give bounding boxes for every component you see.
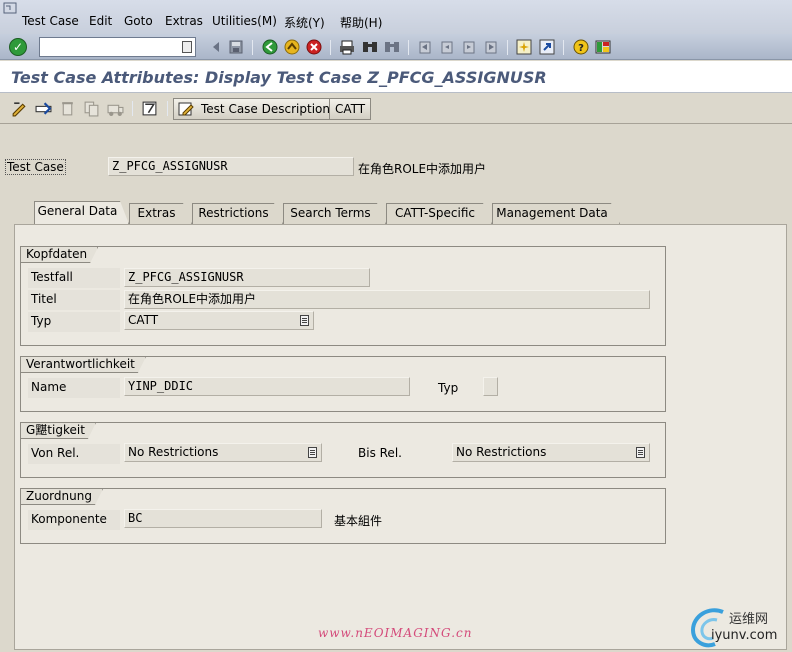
von-rel-value: No Restrictions	[128, 445, 219, 459]
delete-icon[interactable]	[59, 100, 76, 117]
transport-icon[interactable]	[107, 100, 124, 117]
typ-label: Typ	[31, 314, 52, 328]
title-bar: Test Case Attributes: Display Test Case …	[0, 61, 792, 93]
tab-restrictions[interactable]: Restrictions	[192, 203, 283, 224]
tab-search-terms[interactable]: Search Terms	[283, 203, 386, 224]
next-page-icon[interactable]	[461, 39, 477, 55]
testfall-label: Testfall	[31, 270, 73, 284]
find-next-icon[interactable]	[384, 39, 400, 55]
menu-bar: Test Case Edit Goto Extras Utilities(M) …	[0, 0, 792, 34]
application-toolbar: Test Case Description CATT	[0, 94, 792, 124]
shortcut-icon[interactable]	[539, 39, 555, 55]
verantwortlich-typ-field[interactable]	[483, 377, 498, 396]
bis-rel-select[interactable]: No Restrictions	[452, 443, 650, 462]
layout-icon[interactable]	[595, 39, 611, 55]
last-page-icon[interactable]	[483, 39, 499, 55]
bis-rel-value: No Restrictions	[456, 445, 547, 459]
logo-text-domain: iyunv.com	[711, 628, 778, 643]
menu-utilities[interactable]: Utilities(M)	[212, 14, 277, 28]
typ-select[interactable]: CATT	[124, 311, 314, 330]
find-icon[interactable]	[362, 39, 378, 55]
komponente-description: 基本組件	[334, 514, 383, 528]
bis-rel-label: Bis Rel.	[358, 446, 402, 460]
dropdown-list-icon[interactable]	[300, 315, 309, 326]
enter-icon[interactable]: ✓	[9, 38, 27, 56]
create-session-icon[interactable]	[516, 39, 532, 55]
help-icon[interactable]: ?	[573, 39, 589, 55]
group-title-zuordnung: Zuordnung	[21, 489, 103, 505]
group-title-verantwortlichkeit: Verantwortlichkeit	[21, 357, 146, 373]
menu-help[interactable]: 帮助(H)	[340, 14, 382, 31]
first-page-icon[interactable]	[417, 39, 433, 55]
tab-catt-specific[interactable]: CATT-Specific	[386, 203, 492, 224]
print-icon[interactable]	[339, 39, 355, 55]
komponente-field[interactable]: BC	[124, 509, 322, 528]
site-logo: 运维网 iyunv.com	[687, 604, 787, 650]
typ-select-value: CATT	[128, 313, 159, 327]
catt-button-label: CATT	[335, 102, 366, 116]
command-history-icon[interactable]	[182, 41, 192, 53]
command-input[interactable]	[40, 38, 178, 56]
menu-goto[interactable]: Goto	[124, 14, 153, 28]
name-label: Name	[31, 380, 67, 394]
standard-toolbar: ✓ ?	[0, 34, 792, 60]
test-case-description-button[interactable]: Test Case Description	[173, 98, 336, 120]
dropdown-list-icon[interactable]	[636, 447, 645, 458]
green-back-icon[interactable]	[262, 39, 278, 55]
system-menu-icon[interactable]	[3, 2, 17, 14]
previous-page-icon[interactable]	[439, 39, 455, 55]
back-arrow-icon[interactable]	[208, 39, 224, 55]
copy-icon[interactable]	[83, 100, 100, 117]
group-title-kopfdaten: Kopfdaten	[21, 247, 98, 263]
titel-label: Titel	[31, 292, 57, 306]
check-icon[interactable]	[141, 100, 158, 117]
von-rel-label: Von Rel.	[31, 446, 80, 460]
save-icon[interactable]	[228, 39, 244, 55]
other-object-icon[interactable]	[35, 100, 52, 117]
logo-text-cn: 运维网	[729, 612, 769, 627]
tab-management-data[interactable]: Management Data	[492, 203, 620, 224]
edit-pencil-icon	[178, 102, 194, 116]
komponente-label: Komponente	[31, 512, 107, 526]
catt-button[interactable]: CATT	[329, 98, 372, 120]
verantwortlich-typ-label: Typ	[438, 381, 459, 395]
test-case-label: Test Case	[5, 159, 66, 175]
testfall-field[interactable]: Z_PFCG_ASSIGNUSR	[124, 268, 370, 287]
svg-text:?: ?	[578, 43, 584, 54]
tab-general-data[interactable]: General Data	[34, 201, 129, 224]
exit-icon[interactable]	[284, 39, 300, 55]
dropdown-list-icon[interactable]	[308, 447, 317, 458]
menu-edit[interactable]: Edit	[89, 14, 112, 28]
cancel-icon[interactable]	[306, 39, 322, 55]
menu-system[interactable]: 系统(Y)	[284, 14, 325, 31]
group-title-gueltigkeit: G黮tigkeit	[21, 423, 96, 439]
test-case-description-label: Test Case Description	[201, 102, 330, 116]
logo-swirl-icon	[690, 608, 724, 648]
command-field[interactable]	[39, 37, 196, 57]
name-field[interactable]: YINP_DDIC	[124, 377, 410, 396]
von-rel-select[interactable]: No Restrictions	[124, 443, 322, 462]
watermark-text: www.nEOIMAGING.cn	[318, 626, 473, 640]
display-change-icon[interactable]	[11, 100, 28, 117]
tab-extras[interactable]: Extras	[129, 203, 192, 224]
menu-test-case[interactable]: Test Case	[22, 14, 79, 28]
menu-extras[interactable]: Extras	[165, 14, 203, 28]
titel-field[interactable]: 在角色ROLE中添加用户	[124, 290, 650, 309]
page-title: Test Case Attributes: Display Test Case …	[11, 68, 547, 87]
test-case-field[interactable]: Z_PFCG_ASSIGNUSR	[108, 157, 354, 176]
test-case-description: 在角色ROLE中添加用户	[358, 162, 487, 176]
